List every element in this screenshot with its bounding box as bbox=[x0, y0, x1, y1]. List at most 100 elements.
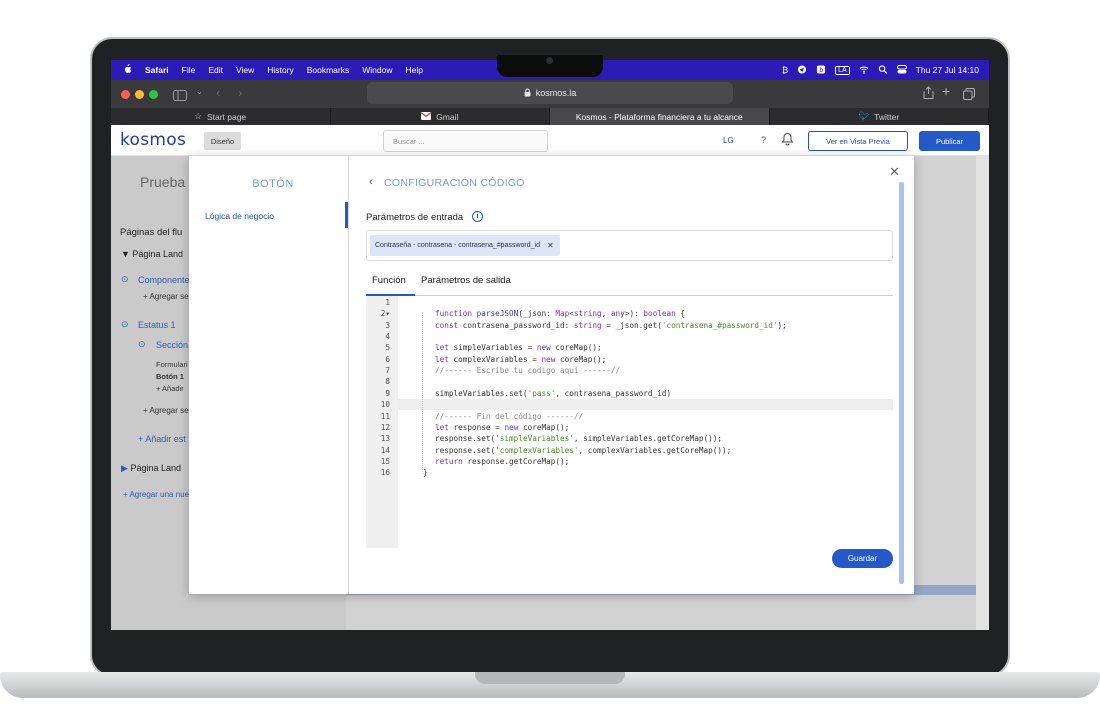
status-icon[interactable]: ₿ bbox=[782, 65, 788, 75]
keyboard-layout-icon[interactable]: LA bbox=[835, 65, 850, 75]
save-button[interactable]: Guardar bbox=[832, 549, 893, 568]
line-number: 14 bbox=[380, 445, 390, 455]
menu-view[interactable]: View bbox=[236, 65, 254, 75]
code-line: response.set('complexVariables', complex… bbox=[435, 445, 732, 455]
circle-icon: ⊙ bbox=[121, 319, 129, 329]
wifi-icon[interactable] bbox=[859, 65, 869, 76]
tab-overview-icon[interactable] bbox=[963, 87, 975, 105]
star-icon: ☆ bbox=[194, 111, 202, 121]
preview-button[interactable]: Ver en Vista Previa bbox=[808, 131, 908, 151]
telegram-icon[interactable] bbox=[797, 64, 807, 76]
tab-twitter[interactable]: 🐦︎ Twitter bbox=[770, 108, 989, 125]
line-number: 9 bbox=[385, 388, 390, 398]
apple-icon[interactable] bbox=[123, 64, 132, 76]
app-b-icon[interactable]: b bbox=[816, 64, 826, 76]
forward-nav-icon[interactable]: › bbox=[238, 85, 242, 100]
input-params-field[interactable]: Contraseña - contrasena - contrasena_#pa… bbox=[366, 230, 893, 261]
line-number: 11 bbox=[380, 411, 390, 421]
menu-history[interactable]: History bbox=[267, 65, 293, 75]
tab-start-page[interactable]: ☆ Start page bbox=[111, 108, 331, 125]
tab-function[interactable]: Función bbox=[372, 275, 406, 286]
menu-datetime[interactable]: Thu 27 Jul 14:10 bbox=[916, 65, 979, 75]
tab-label: Twitter bbox=[874, 111, 900, 122]
zoom-window-button[interactable] bbox=[149, 90, 158, 99]
chevron-down-icon[interactable]: ⌄ bbox=[196, 87, 203, 96]
sidebar-icon[interactable] bbox=[173, 88, 187, 106]
code-line: let simpleVariables = new coreMap(); bbox=[435, 343, 602, 353]
close-icon[interactable]: ✕ bbox=[889, 164, 900, 180]
section-item[interactable]: Sección bbox=[156, 340, 188, 350]
url-text: kosmos.la bbox=[535, 88, 577, 98]
page-item[interactable]: ▶ Página Land bbox=[121, 463, 181, 474]
page-label: Página Land bbox=[130, 463, 181, 473]
back-nav-icon[interactable]: ‹ bbox=[216, 85, 220, 100]
sidebar-item-business-logic[interactable]: Lógica de negocio bbox=[205, 211, 274, 221]
modal-scrollbar[interactable] bbox=[899, 182, 904, 584]
active-indicator bbox=[345, 202, 348, 228]
code-line: const contrasena_password_id: string = _… bbox=[435, 320, 787, 330]
line-number: 8 bbox=[385, 377, 390, 387]
close-window-button[interactable] bbox=[121, 90, 130, 99]
page-label: Página Land bbox=[132, 249, 183, 259]
code-tabs: Función Parámetros de salida bbox=[366, 268, 893, 296]
menu-file[interactable]: File bbox=[182, 65, 196, 75]
bell-icon[interactable] bbox=[781, 132, 795, 146]
tab-kosmos[interactable]: Kosmos - Plataforma financiera a tu alca… bbox=[550, 108, 770, 125]
line-number: 2▾ bbox=[380, 309, 390, 319]
code-line: return response.getCoreMap(); bbox=[435, 456, 570, 466]
help-icon[interactable]: ? bbox=[761, 135, 766, 145]
code-line: simpleVariables.set('pass', contrasena_p… bbox=[435, 388, 672, 398]
back-chevron-icon[interactable]: ‹ bbox=[369, 176, 373, 188]
tab-label: Kosmos - Plataforma financiera a tu alca… bbox=[575, 111, 743, 122]
address-bar[interactable]: kosmos.la bbox=[367, 82, 733, 104]
menu-edit[interactable]: Edit bbox=[208, 65, 223, 75]
svg-text:b: b bbox=[819, 67, 823, 74]
flow-title: Prueba bbox=[140, 174, 186, 190]
menu-help[interactable]: Help bbox=[405, 65, 422, 75]
tab-output-params[interactable]: Parámetros de salida bbox=[421, 275, 511, 286]
component-item[interactable]: Componente bbox=[138, 275, 190, 285]
code-line: //------ Fin del código ------// bbox=[435, 411, 584, 421]
line-number: 3 bbox=[385, 320, 390, 330]
share-icon[interactable] bbox=[923, 86, 934, 104]
add-section-link[interactable]: + Agregar se bbox=[143, 292, 189, 301]
control-center-icon[interactable] bbox=[896, 64, 907, 76]
code-config-modal: BOTÓN Lógica de negocio ✕ ‹ CONFIGURACIÓ… bbox=[189, 156, 914, 594]
line-number: 16 bbox=[380, 468, 390, 478]
design-mode-button[interactable]: Diseño bbox=[204, 132, 241, 150]
search-input[interactable]: Buscar ... bbox=[383, 130, 548, 152]
code-editor[interactable]: 1 2▾ function parseJSON(_json: Map<string,… bbox=[366, 296, 893, 548]
input-params-label: Parámetros de entrada bbox=[366, 212, 464, 223]
code-line: } bbox=[423, 468, 428, 478]
add-state-link[interactable]: + Añadir est bbox=[138, 434, 186, 444]
button-item[interactable]: Botón 1 bbox=[156, 372, 184, 381]
app-header: kosmos Diseño Buscar ... LG ? Ver en Vis… bbox=[111, 125, 989, 156]
publish-button[interactable]: Publicar bbox=[919, 131, 980, 151]
status-item[interactable]: Estatus 1 bbox=[138, 320, 176, 330]
info-icon[interactable]: i bbox=[472, 211, 483, 222]
line-number: 6 bbox=[385, 354, 390, 364]
modal-sidebar-title: BOTÓN bbox=[252, 178, 294, 190]
tab-gmail[interactable]: Gmail bbox=[331, 108, 550, 125]
code-line: function parseJSON(_json: Map<string, an… bbox=[435, 309, 685, 319]
line-number: 5 bbox=[385, 343, 390, 353]
search-icon[interactable] bbox=[878, 64, 888, 76]
user-avatar[interactable]: LG bbox=[723, 136, 734, 145]
indent-guide bbox=[422, 312, 423, 474]
add-element-link[interactable]: + Añadir bbox=[156, 384, 184, 393]
menu-app-name[interactable]: Safari bbox=[145, 65, 169, 75]
minimize-window-button[interactable] bbox=[135, 90, 144, 99]
add-page-link[interactable]: + Agregar una nue bbox=[123, 490, 189, 499]
kosmos-logo[interactable]: kosmos bbox=[120, 130, 186, 150]
menu-window[interactable]: Window bbox=[362, 65, 392, 75]
circle-icon: ⊙ bbox=[121, 274, 129, 284]
gmail-icon bbox=[421, 111, 432, 122]
form-item[interactable]: Formulari bbox=[156, 360, 188, 369]
page-item[interactable]: ▼ Página Land bbox=[121, 249, 183, 259]
line-number: 1 bbox=[385, 298, 390, 307]
add-section-link[interactable]: + Agregar se bbox=[143, 406, 189, 415]
menu-bookmarks[interactable]: Bookmarks bbox=[307, 65, 350, 75]
param-chip[interactable]: Contraseña - contrasena - contrasena_#pa… bbox=[370, 235, 560, 256]
chip-remove-icon[interactable]: ✕ bbox=[547, 241, 554, 250]
new-tab-icon[interactable]: + bbox=[942, 83, 950, 99]
